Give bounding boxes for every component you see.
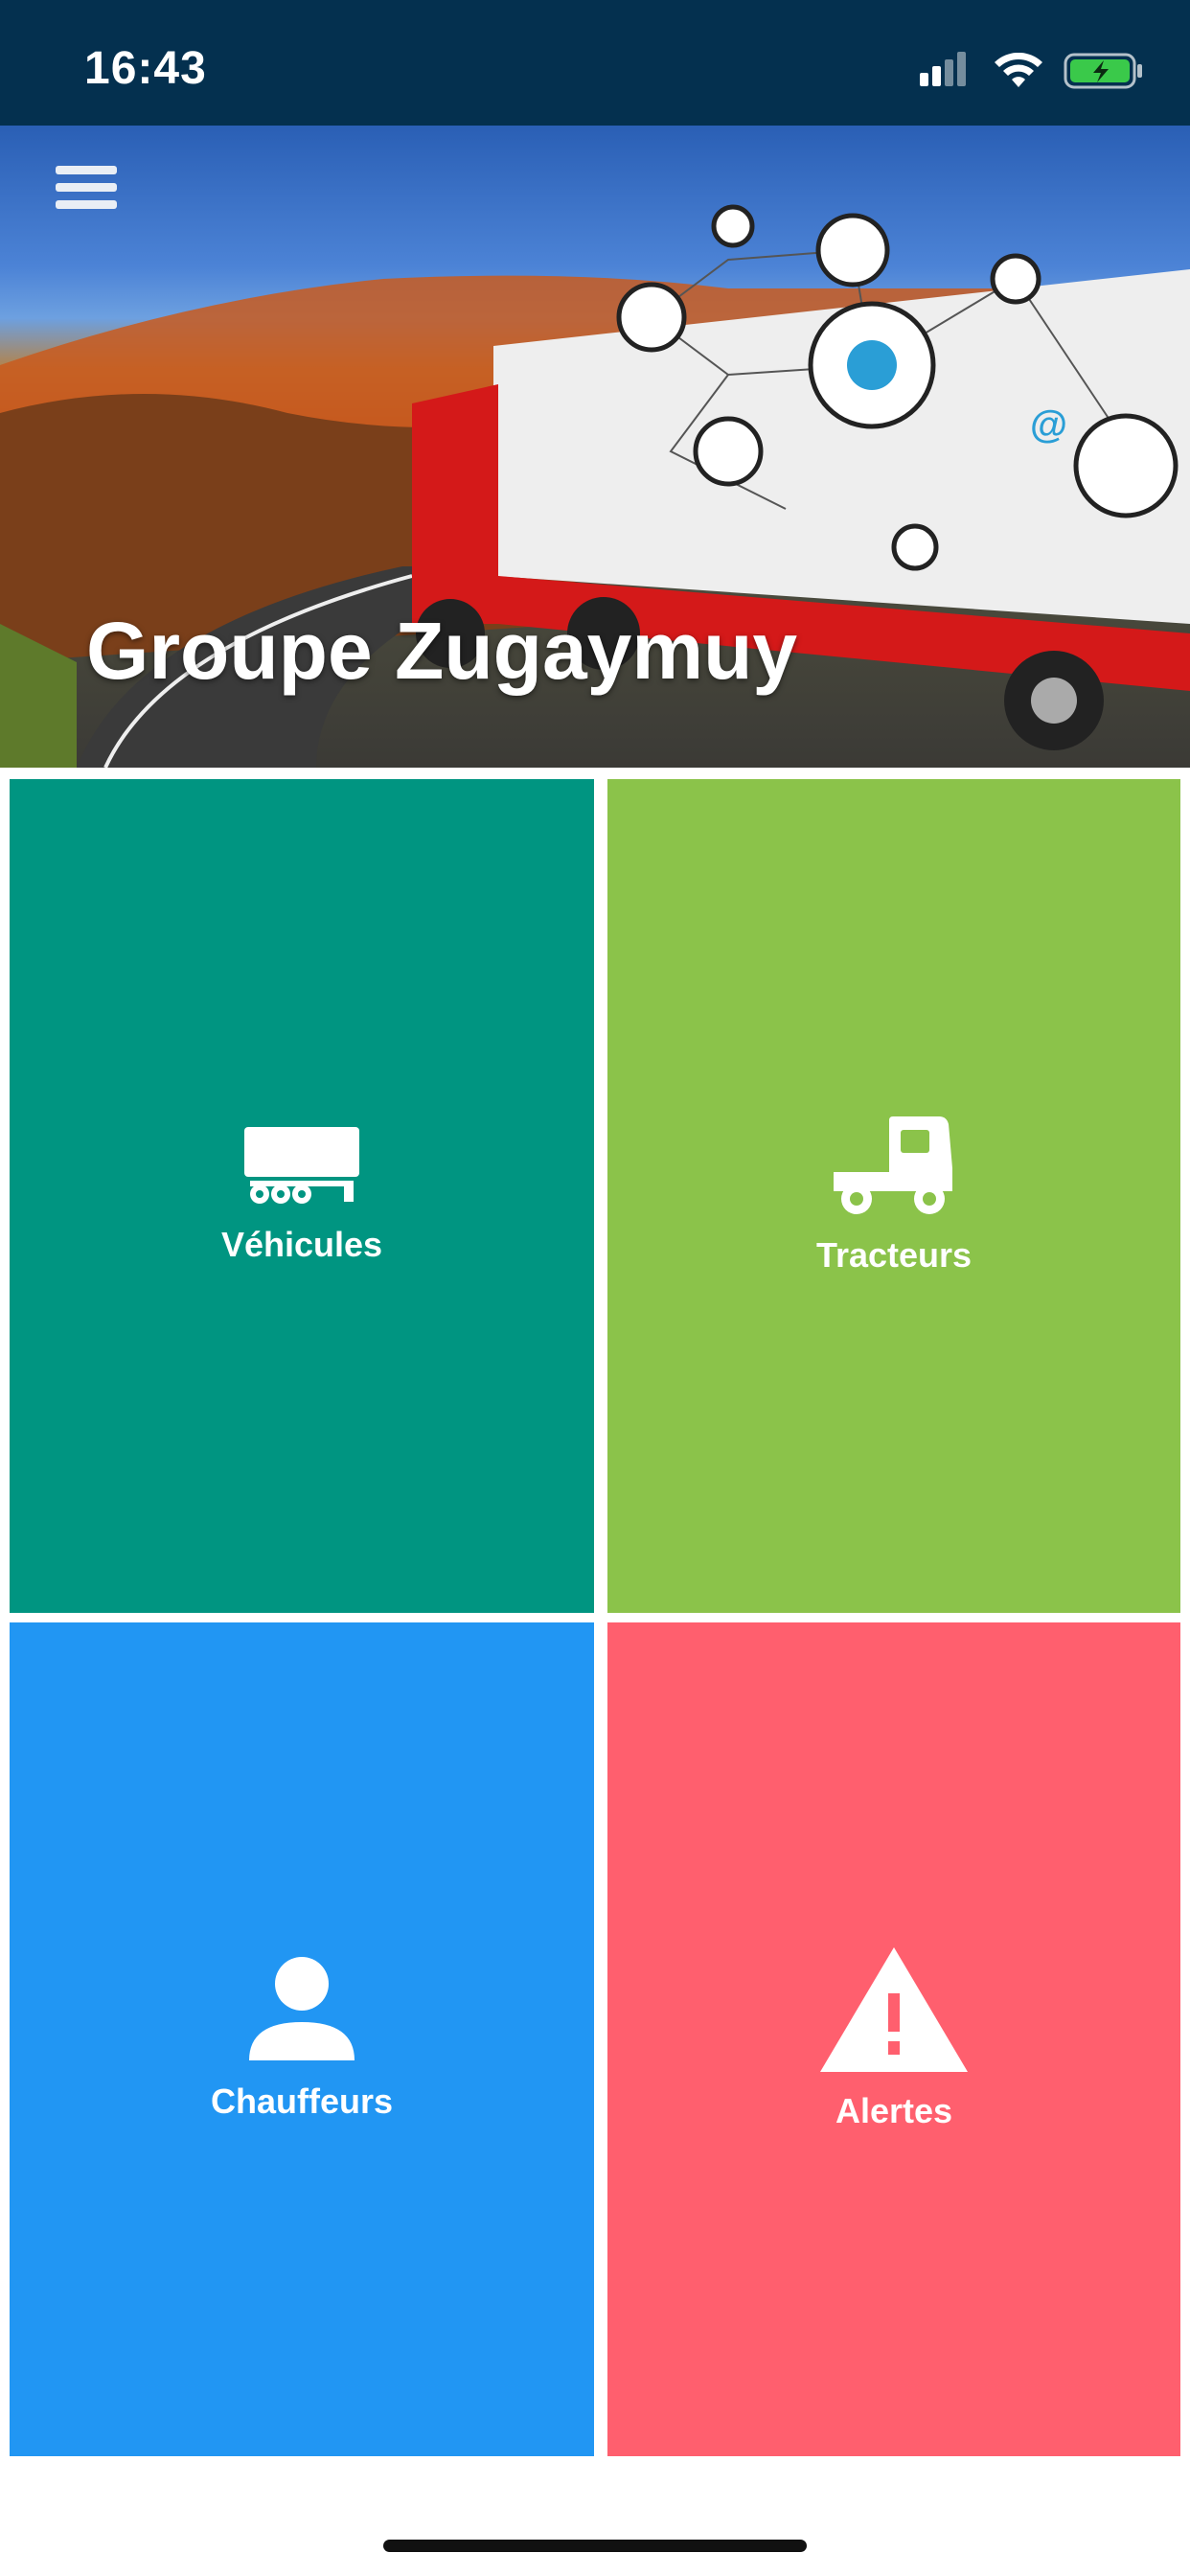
tractor-truck-icon — [834, 1116, 952, 1214]
hamburger-menu-icon — [56, 166, 117, 174]
tile-vehicules[interactable]: Véhicules — [10, 779, 594, 1613]
status-time: 16:43 — [84, 43, 207, 94]
tile-label-chauffeurs: Chauffeurs — [210, 2082, 394, 2121]
trailer-icon — [244, 1127, 359, 1204]
hero-banner: @ Groupe Zugaymuy — [0, 126, 1190, 768]
svg-text:@: @ — [1030, 403, 1067, 446]
tile-label-tracteurs: Tracteurs — [815, 1235, 973, 1275]
home-indicator[interactable] — [383, 2540, 807, 2552]
person-icon — [249, 1957, 355, 2060]
tile-label-vehicules: Véhicules — [220, 1225, 383, 1264]
tile-alertes[interactable]: Alertes — [607, 1622, 1180, 2456]
tile-label-alertes: Alertes — [835, 2091, 953, 2130]
menu-button[interactable] — [56, 166, 117, 216]
status-bar: 16:43 — [0, 0, 1190, 126]
tile-tracteurs[interactable]: Tracteurs — [607, 779, 1180, 1613]
tile-chauffeurs[interactable]: Chauffeurs — [10, 1622, 594, 2456]
page-title: Groupe Zugaymuy — [86, 606, 798, 696]
cellular-signal-icon — [920, 52, 966, 86]
status-icons — [920, 50, 1144, 92]
battery-charging-icon — [1064, 53, 1142, 89]
warning-icon — [820, 1947, 968, 2072]
wifi-icon — [995, 53, 1042, 87]
